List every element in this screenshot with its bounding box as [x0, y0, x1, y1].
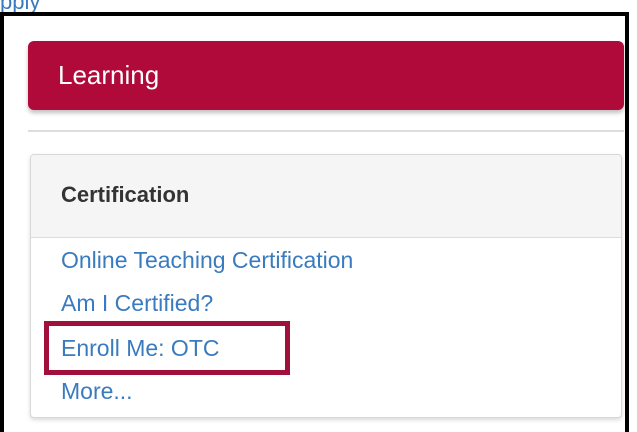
- link-online-teaching-certification[interactable]: Online Teaching Certification: [61, 246, 353, 274]
- divider: [28, 130, 624, 132]
- link-more[interactable]: More...: [61, 377, 133, 405]
- certification-header: Certification: [31, 155, 621, 238]
- screenshot-frame: Learning Certification Online Teaching C…: [0, 12, 629, 432]
- learning-title: Learning: [58, 60, 160, 90]
- apply-link[interactable]: pply: [0, 0, 40, 13]
- certification-panel: Certification Online Teaching Certificat…: [30, 154, 622, 418]
- learning-header[interactable]: Learning: [28, 41, 624, 110]
- link-am-i-certified[interactable]: Am I Certified?: [61, 289, 213, 317]
- certification-title: Certification: [61, 182, 190, 207]
- link-enroll-me-otc[interactable]: Enroll Me: OTC: [61, 334, 219, 362]
